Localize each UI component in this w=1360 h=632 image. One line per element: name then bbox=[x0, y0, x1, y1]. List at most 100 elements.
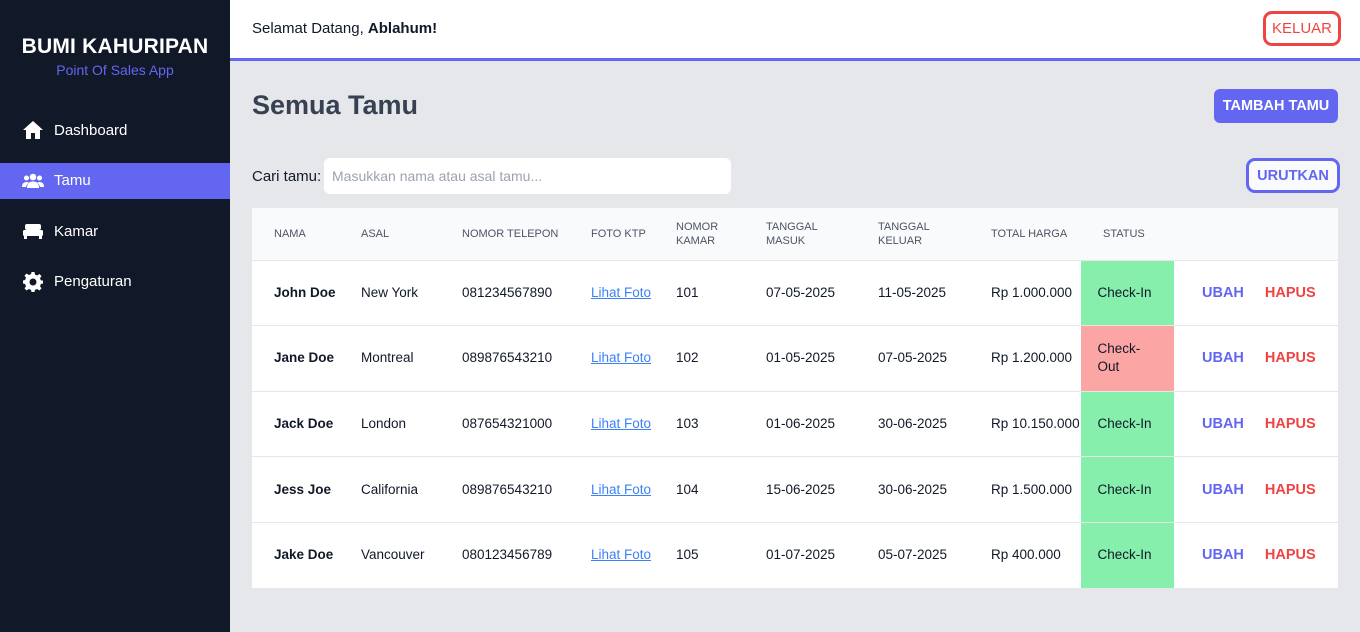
status-text: Check-In bbox=[1097, 547, 1152, 563]
page-title: Semua Tamu bbox=[252, 90, 419, 120]
check-out-date: 30-06-2025 bbox=[856, 390, 969, 457]
table-row: John Doe New York 081234567890 Lihat Fot… bbox=[252, 259, 1338, 326]
add-guest-button[interactable]: TAMBAH TAMU bbox=[1214, 89, 1338, 123]
delete-button[interactable]: HAPUS bbox=[1265, 349, 1316, 367]
check-out-date: 30-06-2025 bbox=[856, 456, 969, 523]
check-out-date: 11-05-2025 bbox=[856, 259, 969, 326]
view-photo-link[interactable]: Lihat Foto bbox=[591, 285, 651, 300]
edit-button[interactable]: UBAH bbox=[1202, 415, 1244, 433]
check-out-date: 05-07-2025 bbox=[856, 521, 969, 588]
guest-origin: Vancouver bbox=[339, 521, 440, 588]
sidebar-item-dashboard[interactable]: Dashboard bbox=[0, 112, 230, 148]
total-price: Rp 1.500.000 bbox=[969, 456, 1081, 523]
view-photo-link[interactable]: Lihat Foto bbox=[591, 350, 651, 365]
total-price: Rp 400.000 bbox=[969, 521, 1081, 588]
column-header-asal: ASAL bbox=[361, 227, 390, 240]
delete-button[interactable]: HAPUS bbox=[1265, 546, 1316, 564]
check-in-date: 07-05-2025 bbox=[744, 259, 856, 326]
column-header-nomor-kamar: NOMOR KAMAR bbox=[676, 220, 719, 247]
guest-origin: London bbox=[339, 390, 440, 457]
gear-icon bbox=[22, 271, 44, 292]
top-bar: Selamat Datang, Ablahum! KELUAR bbox=[230, 0, 1360, 61]
table-row: Jess Joe California 089876543210 Lihat F… bbox=[252, 456, 1338, 523]
status-badge: Check-In bbox=[1081, 521, 1174, 588]
status-badge: Check-Out bbox=[1081, 325, 1174, 392]
guest-origin: Montreal bbox=[339, 325, 440, 392]
check-out-date: 07-05-2025 bbox=[856, 325, 969, 392]
edit-button[interactable]: UBAH bbox=[1202, 349, 1244, 367]
check-in-date: 01-05-2025 bbox=[744, 325, 856, 392]
row-actions: UBAH HAPUS bbox=[1174, 259, 1338, 326]
guest-phone: 087654321000 bbox=[440, 390, 569, 457]
sort-button[interactable]: URUTKAN bbox=[1246, 158, 1340, 193]
delete-button[interactable]: HAPUS bbox=[1265, 284, 1316, 302]
table-header-row: NAMA ASAL NOMOR TELEPON FOTO KTP NOMOR K… bbox=[252, 208, 1338, 260]
greeting-prefix: Selamat Datang, bbox=[252, 20, 368, 37]
sidebar-item-pengaturan[interactable]: Pengaturan bbox=[0, 264, 230, 300]
status-text: Check-In bbox=[1097, 415, 1152, 431]
guest-name: Jess Joe bbox=[252, 456, 339, 523]
row-actions: UBAH HAPUS bbox=[1174, 456, 1338, 523]
sidebar-item-kamar[interactable]: Kamar bbox=[0, 213, 230, 249]
guest-name: John Doe bbox=[252, 259, 339, 326]
photo-cell: Lihat Foto bbox=[569, 390, 654, 457]
table-row: Jake Doe Vancouver 080123456789 Lihat Fo… bbox=[252, 521, 1338, 588]
table-row: Jack Doe London 087654321000 Lihat Foto … bbox=[252, 390, 1338, 457]
edit-button[interactable]: UBAH bbox=[1202, 284, 1244, 302]
brand: BUMI KAHURIPAN Point Of Sales App bbox=[0, 34, 230, 79]
delete-button[interactable]: HAPUS bbox=[1265, 481, 1316, 499]
column-header-tanggal-masuk: TANGGAL MASUK bbox=[766, 220, 818, 247]
column-header-tanggal-keluar: TANGGAL KELUAR bbox=[878, 220, 930, 247]
photo-cell: Lihat Foto bbox=[569, 259, 654, 326]
room-number: 102 bbox=[654, 325, 744, 392]
photo-cell: Lihat Foto bbox=[569, 325, 654, 392]
view-photo-link[interactable]: Lihat Foto bbox=[591, 416, 651, 431]
users-icon bbox=[22, 171, 44, 191]
delete-button[interactable]: HAPUS bbox=[1265, 415, 1316, 433]
view-photo-link[interactable]: Lihat Foto bbox=[591, 482, 651, 497]
guest-phone: 080123456789 bbox=[440, 521, 569, 588]
room-number: 105 bbox=[654, 521, 744, 588]
column-header-nama: NAMA bbox=[274, 227, 306, 240]
search-label: Cari tamu: bbox=[252, 168, 322, 185]
guest-origin: California bbox=[339, 456, 440, 523]
greeting: Selamat Datang, Ablahum! bbox=[252, 20, 437, 37]
row-actions: UBAH HAPUS bbox=[1174, 521, 1338, 588]
guest-name: Jack Doe bbox=[252, 390, 339, 457]
guest-phone: 081234567890 bbox=[440, 259, 569, 326]
total-price: Rp 10.150.000 bbox=[969, 390, 1081, 457]
total-price: Rp 1.000.000 bbox=[969, 259, 1081, 326]
status-text: Check-Out bbox=[1097, 341, 1141, 375]
edit-button[interactable]: UBAH bbox=[1202, 546, 1244, 564]
view-photo-link[interactable]: Lihat Foto bbox=[591, 547, 651, 562]
table-row: Jane Doe Montreal 089876543210 Lihat Fot… bbox=[252, 325, 1338, 392]
guest-phone: 089876543210 bbox=[440, 456, 569, 523]
user-name: Ablahum! bbox=[367, 20, 438, 37]
room-number: 103 bbox=[654, 390, 744, 457]
photo-cell: Lihat Foto bbox=[569, 521, 654, 588]
guest-origin: New York bbox=[339, 259, 440, 326]
guest-table: NAMA ASAL NOMOR TELEPON FOTO KTP NOMOR K… bbox=[252, 208, 1338, 588]
sidebar-item-tamu[interactable]: Tamu bbox=[0, 162, 230, 199]
sidebar-item-label: Pengaturan bbox=[54, 273, 132, 290]
check-in-date: 15-06-2025 bbox=[744, 456, 856, 523]
guest-name: Jane Doe bbox=[252, 325, 339, 392]
status-text: Check-In bbox=[1097, 481, 1152, 497]
sidebar: BUMI KAHURIPAN Point Of Sales App Dashbo… bbox=[0, 0, 230, 632]
column-header-status: STATUS bbox=[1103, 227, 1145, 240]
sidebar-nav: Dashboard Tamu Kamar Pengaturan bbox=[0, 112, 230, 314]
guest-name: Jake Doe bbox=[252, 521, 339, 588]
brand-subtitle: Point Of Sales App bbox=[56, 62, 174, 78]
row-actions: UBAH HAPUS bbox=[1174, 390, 1338, 457]
bed-icon bbox=[22, 221, 44, 241]
status-badge: Check-In bbox=[1081, 456, 1174, 523]
photo-cell: Lihat Foto bbox=[569, 456, 654, 523]
check-in-date: 01-06-2025 bbox=[744, 390, 856, 457]
search-input[interactable] bbox=[324, 158, 731, 194]
status-badge: Check-In bbox=[1081, 390, 1174, 457]
logout-button[interactable]: KELUAR bbox=[1263, 11, 1341, 46]
edit-button[interactable]: UBAH bbox=[1202, 481, 1244, 499]
column-header-actions bbox=[1174, 208, 1338, 260]
total-price: Rp 1.200.000 bbox=[969, 325, 1081, 392]
room-number: 104 bbox=[654, 456, 744, 523]
